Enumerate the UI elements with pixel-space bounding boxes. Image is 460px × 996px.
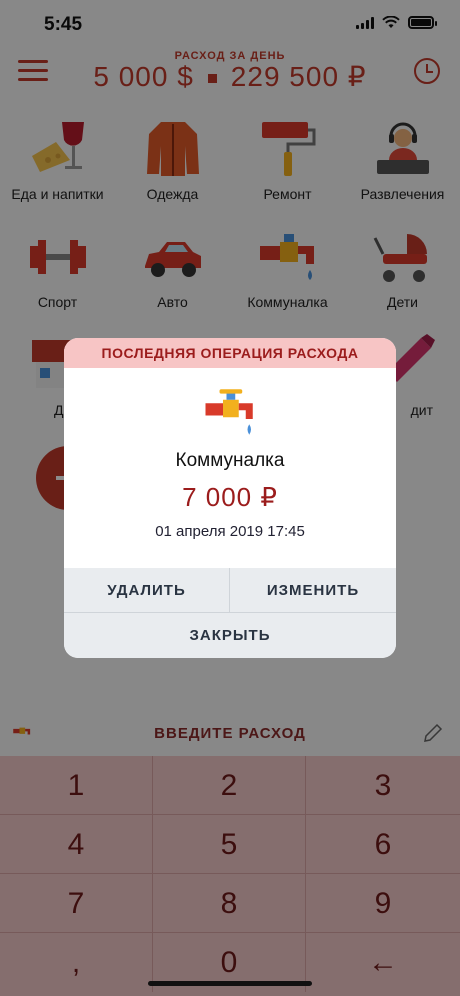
- close-button[interactable]: ЗАКРЫТЬ: [64, 613, 396, 658]
- delete-button[interactable]: УДАЛИТЬ: [64, 568, 230, 613]
- edit-button[interactable]: ИЗМЕНИТЬ: [230, 568, 396, 613]
- dialog-actions: УДАЛИТЬ ИЗМЕНИТЬ ЗАКРЫТЬ: [64, 568, 396, 658]
- dialog-amount: 7 000 ₽: [182, 482, 278, 512]
- dialog-date: 01 апреля 2019 17:45: [155, 523, 305, 540]
- faucet-icon: [202, 382, 258, 442]
- home-indicator[interactable]: [148, 981, 312, 986]
- dialog-title: ПОСЛЕДНЯЯ ОПЕРАЦИЯ РАСХОДА: [64, 338, 396, 368]
- dialog-category: Коммуналка: [175, 450, 285, 471]
- last-expense-dialog: ПОСЛЕДНЯЯ ОПЕРАЦИЯ РАСХОДА Коммуналка 7 …: [64, 338, 396, 658]
